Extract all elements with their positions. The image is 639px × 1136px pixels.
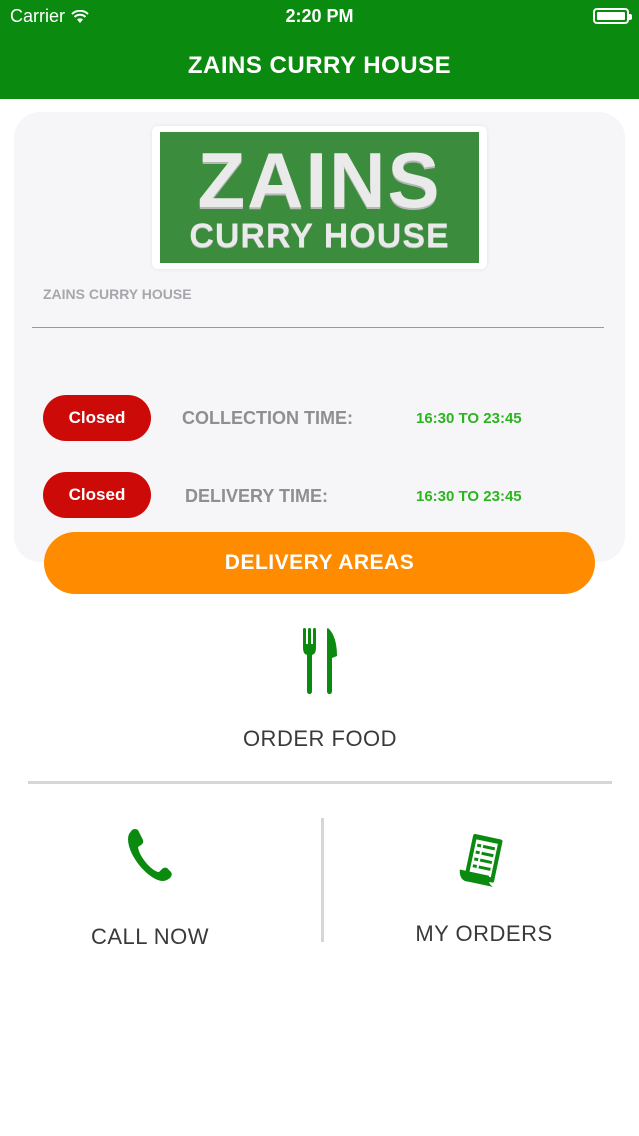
battery-icon	[593, 8, 632, 24]
call-now-label: CALL NOW	[90, 924, 210, 949]
phone-icon	[128, 829, 172, 881]
restaurant-logo: ZAINS CURRY HOUSE	[152, 126, 487, 269]
fork-knife-icon	[303, 628, 337, 694]
order-food-button[interactable]: ORDER FOOD	[220, 620, 420, 760]
logo-panel: ZAINS CURRY HOUSE	[160, 132, 479, 263]
delivery-status-badge: Closed	[43, 472, 151, 518]
collection-time-value: 16:30 TO 23:45	[416, 410, 522, 427]
delivery-areas-button[interactable]: DELIVERY AREAS	[44, 532, 595, 594]
card-divider	[32, 327, 604, 328]
section-divider	[28, 781, 612, 784]
collection-status-badge: Closed	[43, 395, 151, 441]
status-bar: Carrier 2:20 PM	[0, 0, 639, 34]
status-time: 2:20 PM	[285, 6, 354, 26]
actions-divider	[321, 818, 324, 942]
my-orders-button[interactable]: MY ORDERS	[370, 820, 598, 960]
call-now-button[interactable]: CALL NOW	[40, 820, 260, 960]
my-orders-label: MY ORDERS	[415, 921, 553, 946]
receipt-icon	[459, 834, 503, 887]
page-title: ZAINS CURRY HOUSE	[187, 52, 452, 79]
logo-text-sub: CURRY HOUSE	[189, 216, 450, 255]
collection-time-label: COLLECTION TIME:	[182, 408, 353, 428]
delivery-time-value: 16:30 TO 23:45	[416, 488, 522, 505]
restaurant-name: ZAINS CURRY HOUSE	[43, 286, 192, 302]
delivery-time-label: DELIVERY TIME:	[185, 486, 329, 506]
order-food-label: ORDER FOOD	[242, 726, 398, 751]
top-bar: Carrier 2:20 PM ZAINS CURRY HOUSE	[0, 0, 639, 99]
logo-text-main: ZAINS	[197, 135, 442, 224]
